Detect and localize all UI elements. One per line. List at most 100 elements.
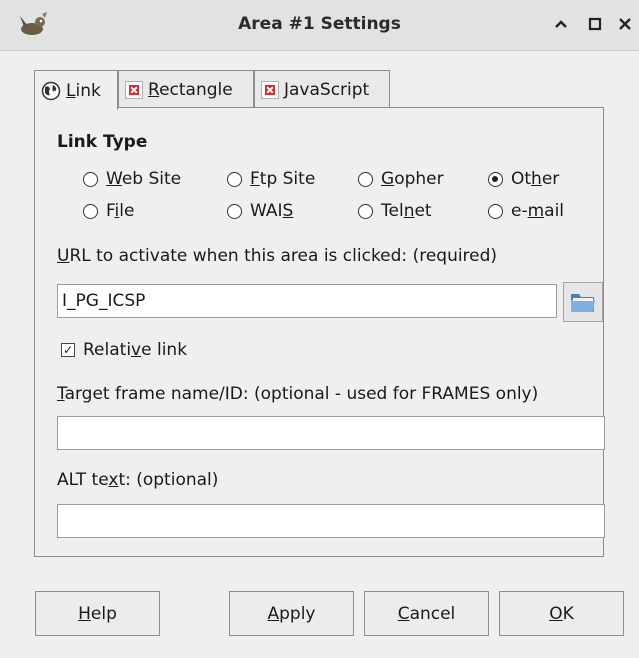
tab-link[interactable]: Link bbox=[34, 70, 118, 110]
radio-label-mnemonic: h bbox=[531, 169, 542, 189]
ok-button[interactable]: OK bbox=[499, 591, 624, 636]
radio-label-mnemonic: n bbox=[403, 201, 415, 221]
relative-link-label: Relative link bbox=[83, 340, 187, 360]
radio-label-post: opher bbox=[394, 169, 444, 189]
ok-button-label: OK bbox=[549, 604, 574, 624]
radio-label: Other bbox=[511, 169, 559, 189]
url-label-rest: RL to activate when this area is clicked… bbox=[69, 246, 498, 266]
radio-file[interactable]: File bbox=[83, 201, 134, 221]
radio-label-pre: e- bbox=[511, 201, 528, 221]
checkbox-checked-icon: ✓ bbox=[61, 343, 75, 357]
cancel-button-label: Cancel bbox=[398, 604, 456, 624]
radio-label-post: ail bbox=[544, 201, 565, 221]
radio-indicator bbox=[358, 203, 373, 219]
url-label-mnemonic: U bbox=[57, 246, 70, 266]
checkbox-label-mnemonic: v bbox=[131, 340, 142, 360]
folder-icon bbox=[571, 294, 595, 312]
url-input[interactable] bbox=[57, 284, 557, 318]
globe-icon bbox=[41, 81, 61, 100]
close-button[interactable] bbox=[614, 13, 636, 35]
radio-label-mnemonic: F bbox=[250, 169, 260, 189]
minimize-button[interactable] bbox=[550, 13, 572, 35]
close-icon bbox=[619, 18, 631, 30]
radio-email[interactable]: e-mail bbox=[488, 201, 564, 221]
radio-label-pre: Ot bbox=[511, 169, 532, 189]
radio-label-mnemonic: S bbox=[282, 201, 294, 221]
link-type-heading: Link Type bbox=[57, 132, 148, 152]
radio-indicator bbox=[83, 203, 98, 219]
radio-wais[interactable]: WAIS bbox=[227, 201, 293, 221]
chevron-up-icon bbox=[555, 20, 567, 28]
browse-button[interactable] bbox=[563, 282, 603, 322]
alt-text-input[interactable] bbox=[57, 504, 605, 538]
maximize-icon bbox=[588, 17, 602, 31]
apply-button[interactable]: Apply bbox=[229, 591, 354, 636]
radio-label-post: et bbox=[414, 201, 432, 221]
target-frame-label: Target frame name/ID: (optional - used f… bbox=[57, 384, 538, 404]
button-label-rest: elp bbox=[90, 603, 117, 624]
radio-telnet[interactable]: Telnet bbox=[358, 201, 432, 221]
radio-label-pre: F bbox=[106, 201, 115, 221]
alt-label-mnemonic: x bbox=[108, 470, 119, 490]
radio-indicator bbox=[227, 203, 242, 219]
button-label-rest: K bbox=[562, 603, 574, 624]
radio-label-mnemonic: W bbox=[106, 169, 122, 189]
radio-label-pre: Tel bbox=[381, 201, 404, 221]
radio-label: Web Site bbox=[106, 169, 181, 189]
radio-label-pre: WAI bbox=[250, 201, 283, 221]
target-frame-input[interactable] bbox=[57, 416, 605, 450]
tab-label-post: ectangle bbox=[159, 79, 233, 100]
tab-label-mnemonic: R bbox=[148, 79, 160, 100]
radio-label-mnemonic: m bbox=[527, 201, 545, 221]
tab-label-post: ink bbox=[75, 80, 101, 101]
alt-label-post: t: (optional) bbox=[118, 470, 219, 490]
button-mnemonic: C bbox=[397, 603, 410, 624]
maximize-button[interactable] bbox=[584, 13, 606, 35]
title-bar: Area #1 Settings bbox=[0, 0, 639, 51]
tab-rectangle[interactable]: Rectangle bbox=[118, 70, 254, 108]
tab-link-label: Link bbox=[66, 81, 101, 101]
apply-button-label: Apply bbox=[267, 604, 315, 624]
cancel-button[interactable]: Cancel bbox=[364, 591, 489, 636]
alt-label-pre: ALT te bbox=[57, 470, 109, 490]
radio-label-post: eb Site bbox=[121, 169, 182, 189]
radio-gopher[interactable]: Gopher bbox=[358, 169, 444, 189]
button-mnemonic: H bbox=[78, 603, 91, 624]
broken-image-icon bbox=[261, 80, 279, 99]
radio-indicator bbox=[83, 171, 98, 187]
link-tab-panel: Link Type Web Site Ftp Site Gopher Other… bbox=[34, 107, 605, 557]
target-label-mnemonic: T bbox=[57, 384, 65, 404]
help-button-label: Help bbox=[78, 604, 117, 624]
radio-indicator bbox=[358, 171, 373, 187]
radio-label-post: er bbox=[541, 169, 560, 189]
button-label-rest: ancel bbox=[409, 603, 456, 624]
broken-image-icon bbox=[125, 80, 143, 99]
relative-link-checkbox[interactable]: ✓ Relative link bbox=[61, 340, 187, 360]
radio-indicator bbox=[227, 171, 242, 187]
window-title: Area #1 Settings bbox=[238, 14, 401, 34]
radio-label: Gopher bbox=[381, 169, 444, 189]
tab-rectangle-label: Rectangle bbox=[148, 80, 233, 100]
radio-ftp-site[interactable]: Ftp Site bbox=[227, 169, 315, 189]
radio-label: WAIS bbox=[250, 201, 293, 221]
url-label: URL to activate when this area is clicke… bbox=[57, 246, 497, 266]
radio-other[interactable]: Other bbox=[488, 169, 559, 189]
radio-indicator-selected bbox=[488, 171, 503, 187]
radio-label-post: tp Site bbox=[259, 169, 316, 189]
radio-label: Ftp Site bbox=[250, 169, 315, 189]
target-label-rest: arget frame name/ID: (optional - used fo… bbox=[64, 384, 539, 404]
alt-text-label: ALT text: (optional) bbox=[57, 470, 218, 490]
radio-label: File bbox=[106, 201, 134, 221]
radio-label: e-mail bbox=[511, 201, 564, 221]
checkbox-label-pre: Relati bbox=[83, 340, 132, 360]
radio-label-post: le bbox=[119, 201, 135, 221]
button-mnemonic: O bbox=[549, 603, 563, 624]
tab-javascript-label: JavaScript bbox=[284, 80, 369, 100]
help-button[interactable]: Help bbox=[35, 591, 160, 636]
radio-label: Telnet bbox=[381, 201, 432, 221]
radio-label-mnemonic: G bbox=[381, 169, 395, 189]
tab-label-post: avaScript bbox=[289, 79, 370, 100]
radio-web-site[interactable]: Web Site bbox=[83, 169, 181, 189]
button-mnemonic: A bbox=[267, 603, 280, 624]
tab-javascript[interactable]: JavaScript bbox=[254, 70, 390, 108]
